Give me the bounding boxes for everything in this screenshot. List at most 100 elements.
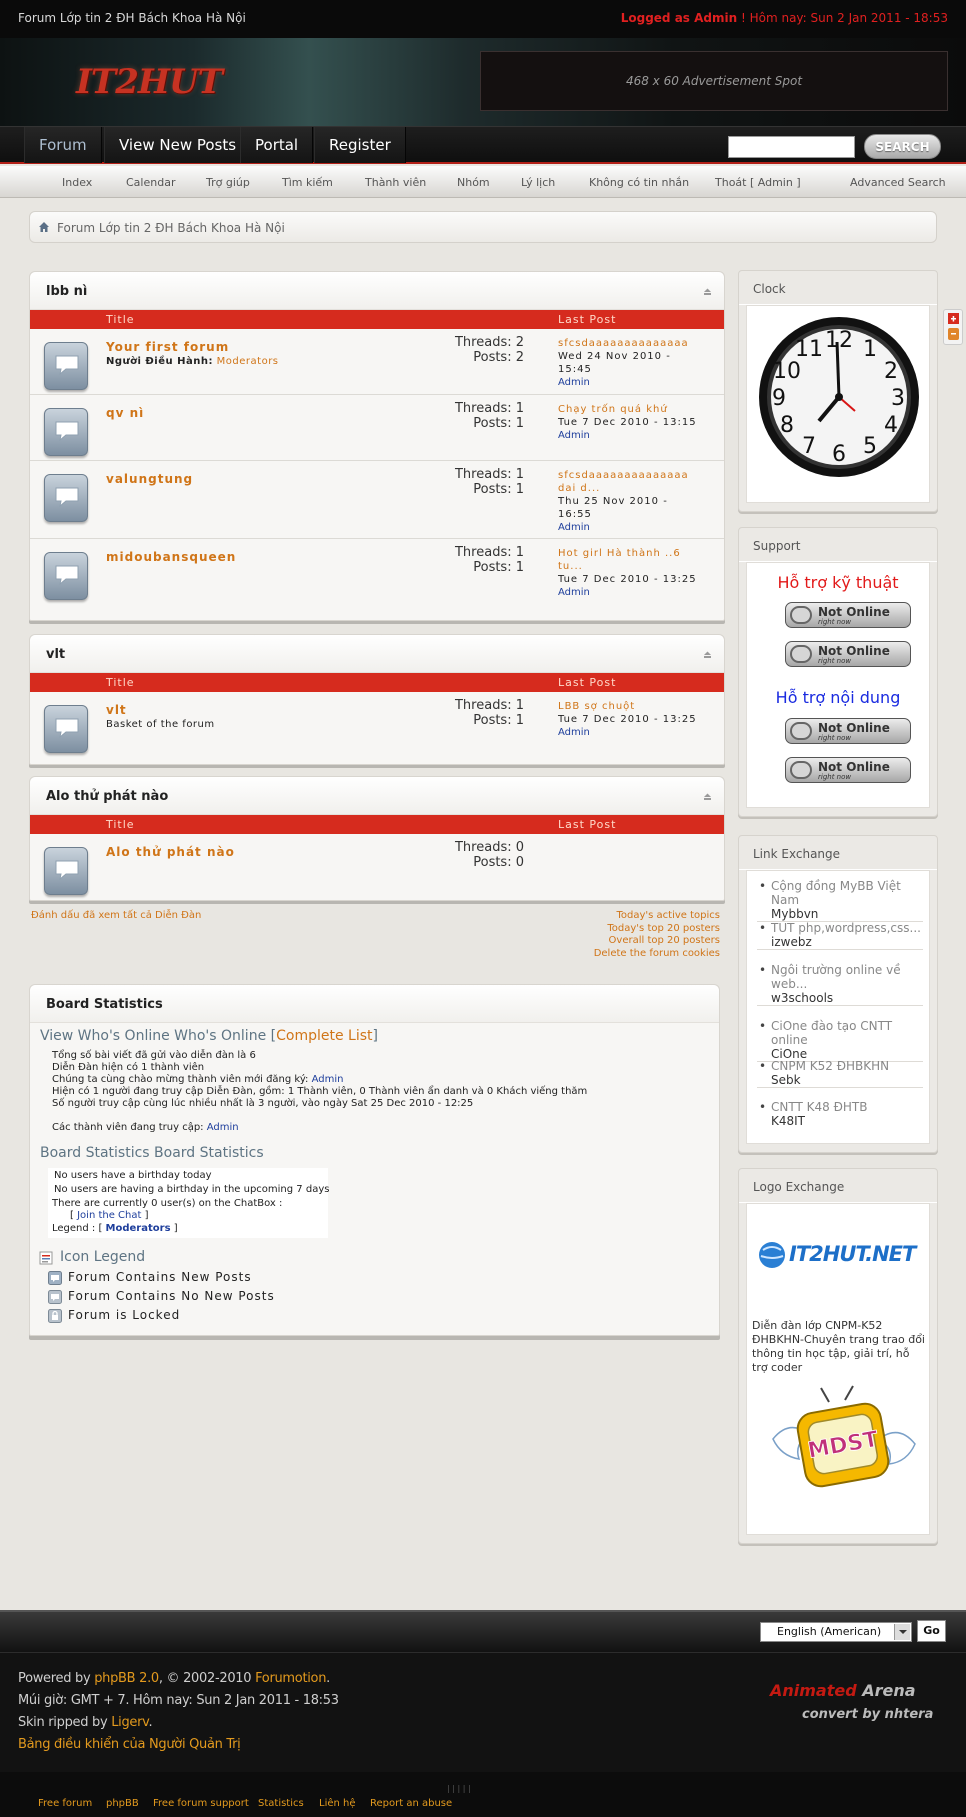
subnav-members[interactable]: Thành viên [365,176,426,189]
last-post: Hot girl Hà thành ..6 tu... Tue 7 Dec 201… [558,547,698,599]
online-member-link[interactable]: Admin [207,1122,239,1133]
todays-top-posters-link[interactable]: Today's top 20 posters [594,923,720,936]
link-exchange-item[interactable]: CNTT K48 ĐHTBK48IT [757,1100,923,1128]
tab-view-new-posts[interactable]: View New Posts [104,127,252,163]
support-status-button[interactable]: Not Online right now [785,757,911,783]
zoom-icon [948,313,959,340]
moderators-link[interactable]: Moderators [217,356,279,367]
subnav-messages[interactable]: Không có tin nhắn [589,176,689,189]
forum-name[interactable]: vlt [106,703,127,717]
last-post-title[interactable]: Chạy trốn quá khứ [558,404,668,415]
last-post-title[interactable]: Hot girl Hà thành ..6 tu... [558,548,681,572]
lock-icon [48,1309,62,1323]
last-post-author[interactable]: Admin [558,430,590,441]
no-new-posts-icon [48,1290,62,1304]
phpbb-bottom-link[interactable]: phpBB [106,1798,139,1809]
language-select[interactable]: English (American) [760,1622,912,1642]
forum-name[interactable]: Your first forum [106,340,229,354]
forum-stats: Threads: 1 Posts: 1 [454,401,524,431]
collapse-icon[interactable] [703,287,712,296]
phpbb-link[interactable]: phpBB 2.0 [94,1671,159,1686]
last-post-author[interactable]: Admin [558,587,590,598]
stat-record-online: Số người truy cập cùng lúc nhiều nhất là… [52,1098,474,1109]
logged-as[interactable]: Logged as Admin [621,11,737,25]
collapse-icon[interactable] [703,650,712,659]
tab-register[interactable]: Register [314,127,406,163]
logo-exchange-title: Logo Exchange [753,1180,845,1194]
home-icon[interactable] [38,221,50,233]
svg-text:11: 11 [795,337,823,362]
link-exchange-header: Link Exchange [739,836,937,870]
link-exchange-item[interactable]: CiOne đào tạo CNTT onlineCiOne [757,1019,923,1062]
forum-name[interactable]: Alo thử phát nào [106,845,235,859]
link-exchange-item[interactable]: TUT php,wordpress,css...izwebz [757,921,923,950]
forum-row: qv nì Threads: 1 Posts: 1 Chạy trốn quá k… [30,395,724,461]
mdst-logo-banner[interactable]: MDST [769,1384,919,1499]
site-name[interactable]: Forum Lớp tin 2 ĐH Bách Khoa Hà Nội [18,11,246,25]
tab-forum[interactable]: Forum [24,127,102,163]
support-status-button[interactable]: Not Online right now [785,602,911,628]
search-input[interactable] [728,136,855,158]
legend-moderators-link[interactable]: Moderators [106,1223,171,1234]
forumotion-link[interactable]: Forumotion [255,1671,326,1686]
link-exchange-item[interactable]: CNPM K52 ĐHBKHNSebk [757,1059,923,1088]
convert-credit: convert by nhtera [802,1707,934,1722]
support-status-button[interactable]: Not Online right now [785,641,911,667]
category-title[interactable]: lbb nì [46,284,87,299]
powered-by: Powered by phpBB 2.0, © 2002-2010 Forumo… [18,1671,330,1686]
last-post-title[interactable]: sfcsdaaaaaaaaaaaaaa dai d... [558,470,689,494]
collapse-icon[interactable] [703,792,712,801]
last-post-title[interactable]: LBB sợ chuột [558,701,635,712]
report-abuse-link[interactable]: Report an abuse [370,1798,452,1809]
board-stats-subtitle: Board Statistics Board Statistics [40,1145,264,1161]
subnav-advanced-search[interactable]: Advanced Search [850,176,946,189]
support-status-button[interactable]: Not Online right now [785,718,911,744]
category-title[interactable]: Alo thử phát nào [46,789,168,804]
ligerv-link[interactable]: Ligerv [111,1715,149,1730]
support-tech-heading: Hỗ trợ kỹ thuật [777,573,899,592]
last-post-author[interactable]: Admin [558,727,590,738]
free-forum-link[interactable]: Free forum [38,1798,92,1809]
subnav-calendar[interactable]: Calendar [126,176,175,189]
subnav-index[interactable]: Index [62,176,92,189]
contact-link[interactable]: Liên hệ [319,1798,356,1809]
column-title: Title [106,676,135,689]
zoom-widget[interactable] [943,309,963,345]
subnav-help[interactable]: Trợ giúp [206,176,250,189]
subnav-search[interactable]: Tìm kiếm [282,176,333,189]
complete-list-link[interactable]: Complete List [276,1028,372,1044]
sub-nav: Index Calendar Trợ giúp Tìm kiếm Thành v… [0,166,966,198]
todays-active-topics-link[interactable]: Today's active topics [594,910,720,923]
admin-panel-link[interactable]: Bảng điều khiển của Người Quản Trị [18,1737,241,1752]
tab-portal[interactable]: Portal [240,127,314,163]
overall-top-posters-link[interactable]: Overall top 20 posters [594,935,720,948]
link-exchange-item[interactable]: Cộng đồng MyBB Việt NamMybbvn [757,879,923,922]
subnav-groups[interactable]: Nhóm [457,176,490,189]
last-post-author[interactable]: Admin [558,377,590,388]
newest-member-link[interactable]: Admin [312,1074,344,1085]
go-button[interactable]: Go [917,1620,946,1642]
statistics-link[interactable]: Statistics [258,1798,304,1809]
forum-name[interactable]: midoubansqueen [106,550,236,564]
mark-all-read-link[interactable]: Đánh dấu đã xem tất cả Diễn Đàn [31,910,201,921]
status-icon [790,606,812,624]
join-chat-link[interactable]: Join the Chat [77,1210,141,1221]
breadcrumb-forum-link[interactable]: Forum Lớp tin 2 ĐH Bách Khoa Hà Nội [57,221,285,235]
forum-name[interactable]: qv nì [106,406,144,420]
whos-online-title: View Who's Online Who's Online [Complete… [40,1028,378,1044]
category-title[interactable]: vlt [46,647,65,662]
delete-cookies-link[interactable]: Delete the forum cookies [594,948,720,961]
subnav-logout[interactable]: Thoát [ Admin ] [715,176,801,189]
advertisement-spot[interactable]: 468 x 60 Advertisement Spot [480,51,948,111]
last-post-title[interactable]: sfcsdaaaaaaaaaaaaaa [558,338,689,349]
column-last-post: Last Post [558,313,617,326]
subnav-profile[interactable]: Lý lịch [521,176,555,189]
site-logo[interactable]: IT2HUT [76,62,223,102]
free-forum-support-link[interactable]: Free forum support [153,1798,249,1809]
svg-text:6: 6 [832,442,846,467]
link-exchange-item[interactable]: Ngôi trường online về web...w3schools [757,963,923,1006]
last-post-author[interactable]: Admin [558,522,590,533]
forum-name[interactable]: valungtung [106,472,193,486]
it2hut-logo-banner[interactable]: IT2HUT.NET [757,1234,917,1284]
search-button[interactable]: SEARCH [864,134,941,159]
